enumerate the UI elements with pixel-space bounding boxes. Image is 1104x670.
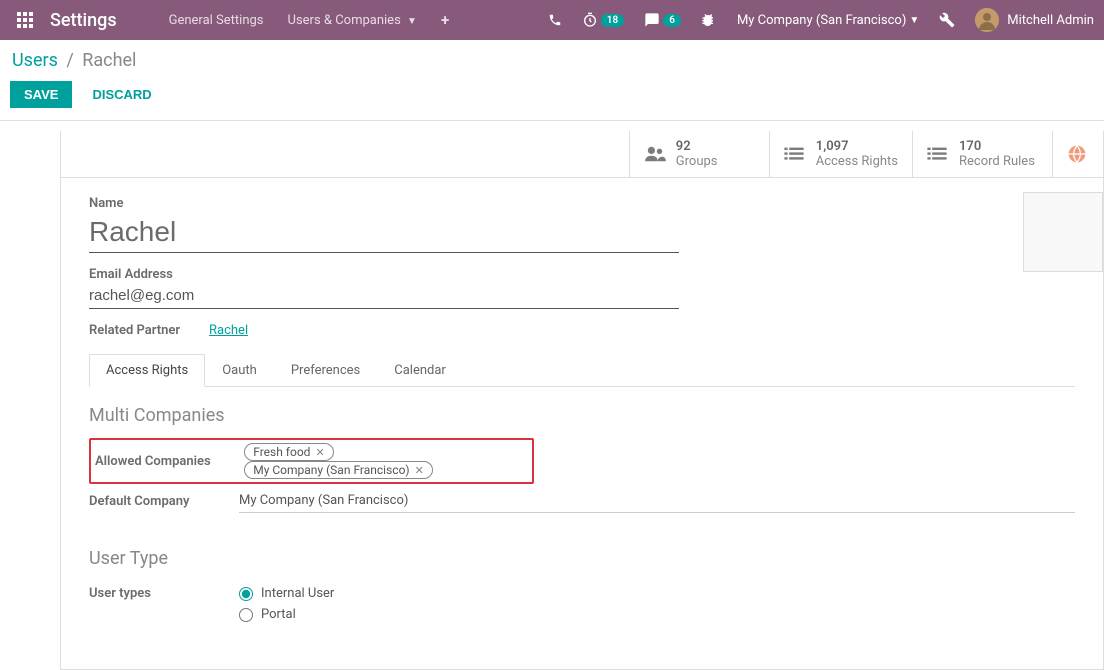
phone-icon[interactable]: [538, 13, 572, 27]
list-icon: [784, 146, 806, 162]
tab-oauth[interactable]: Oauth: [205, 354, 274, 387]
allowed-companies-label: Allowed Companies: [95, 454, 244, 469]
user-name: Mitchell Admin: [1007, 13, 1094, 28]
add-icon[interactable]: +: [429, 11, 461, 29]
email-label: Email Address: [89, 267, 1075, 282]
chat-badge: 6: [663, 14, 681, 27]
allowed-companies-tags[interactable]: Fresh food ✕ My Company (San Francisco) …: [244, 443, 528, 479]
list-icon: [927, 146, 949, 162]
radio-input[interactable]: [239, 587, 253, 601]
app-title: Settings: [50, 10, 117, 31]
radio-portal[interactable]: Portal: [239, 607, 334, 622]
menu-users-companies[interactable]: Users & Companies ▼: [276, 13, 429, 28]
form-content: 92 Groups 1,097 Access Rights 170: [60, 131, 1104, 670]
image-placeholder[interactable]: [1023, 192, 1103, 272]
user-type-title: User Type: [89, 548, 1075, 569]
company-selector[interactable]: My Company (San Francisco) ▼: [727, 13, 929, 28]
name-label: Name: [89, 196, 1075, 211]
user-types-label: User types: [89, 586, 239, 601]
allowed-companies-row: Allowed Companies Fresh food ✕ My Compan…: [89, 438, 534, 484]
tag-fresh-food[interactable]: Fresh food ✕: [244, 443, 333, 461]
debug-icon[interactable]: [691, 12, 727, 28]
stat-groups-number: 92: [676, 139, 718, 154]
breadcrumb-root[interactable]: Users: [12, 50, 58, 71]
stat-groups[interactable]: 92 Groups: [629, 131, 769, 177]
radio-internal-user[interactable]: Internal User: [239, 586, 334, 601]
email-input[interactable]: [89, 285, 679, 309]
users-icon: [644, 145, 666, 163]
tab-calendar[interactable]: Calendar: [377, 354, 463, 387]
stat-groups-label: Groups: [676, 154, 718, 169]
form-sheet: 92 Groups 1,097 Access Rights 170: [60, 131, 1104, 670]
chevron-down-icon: ▼: [407, 16, 417, 27]
breadcrumb-current: Rachel: [82, 50, 136, 71]
stat-access-rights[interactable]: 1,097 Access Rights: [769, 131, 912, 177]
stat-globe[interactable]: [1052, 131, 1103, 177]
user-menu[interactable]: Mitchell Admin: [965, 8, 1094, 32]
control-panel: Users / Rachel SAVE DISCARD: [0, 40, 1104, 121]
stat-record-rules[interactable]: 170 Record Rules: [912, 131, 1052, 177]
timer-icon[interactable]: 18: [572, 12, 634, 28]
breadcrumb: Users / Rachel: [10, 50, 1094, 71]
multi-companies-title: Multi Companies: [89, 405, 1075, 426]
top-navbar: Settings General Settings Users & Compan…: [0, 0, 1104, 40]
radio-input[interactable]: [239, 608, 253, 622]
breadcrumb-sep: /: [66, 50, 73, 71]
timer-badge: 18: [601, 14, 624, 27]
stat-access-label: Access Rights: [816, 154, 898, 169]
wrench-icon[interactable]: [929, 12, 965, 28]
discard-button[interactable]: DISCARD: [82, 81, 161, 108]
close-icon[interactable]: ✕: [415, 464, 424, 477]
stat-access-number: 1,097: [816, 139, 898, 154]
default-company-value[interactable]: My Company (San Francisco): [239, 489, 1075, 513]
user-types-row: User types Internal User Portal: [89, 581, 1075, 633]
name-input[interactable]: [89, 214, 679, 253]
chat-icon[interactable]: 6: [634, 12, 691, 28]
tab-preferences[interactable]: Preferences: [274, 354, 377, 387]
stat-button-box: 92 Groups 1,097 Access Rights 170: [61, 131, 1103, 178]
company-name: My Company (San Francisco): [737, 13, 906, 28]
partner-label: Related Partner: [89, 323, 209, 338]
chevron-down-icon: ▼: [909, 15, 919, 26]
radio-label: Portal: [261, 607, 296, 622]
tab-content: Multi Companies Allowed Companies Fresh …: [89, 387, 1075, 651]
avatar: [975, 8, 999, 32]
stat-rules-number: 170: [959, 139, 1035, 154]
default-company-row: Default Company My Company (San Francisc…: [89, 484, 1075, 518]
tag-label: My Company (San Francisco): [253, 463, 409, 477]
tag-my-company[interactable]: My Company (San Francisco) ✕: [244, 461, 433, 479]
close-icon[interactable]: ✕: [315, 446, 324, 459]
save-button[interactable]: SAVE: [10, 81, 72, 108]
default-company-label: Default Company: [89, 494, 239, 509]
menu-general-settings[interactable]: General Settings: [157, 13, 276, 28]
tab-access-rights[interactable]: Access Rights: [89, 354, 205, 387]
tab-bar: Access Rights Oauth Preferences Calendar: [89, 354, 1075, 387]
globe-icon: [1067, 144, 1089, 164]
stat-rules-label: Record Rules: [959, 154, 1035, 169]
radio-label: Internal User: [261, 586, 334, 601]
partner-link[interactable]: Rachel: [209, 323, 248, 338]
apps-icon[interactable]: [10, 12, 40, 28]
menu-users-companies-label: Users & Companies: [288, 13, 401, 28]
tag-label: Fresh food: [253, 445, 310, 459]
